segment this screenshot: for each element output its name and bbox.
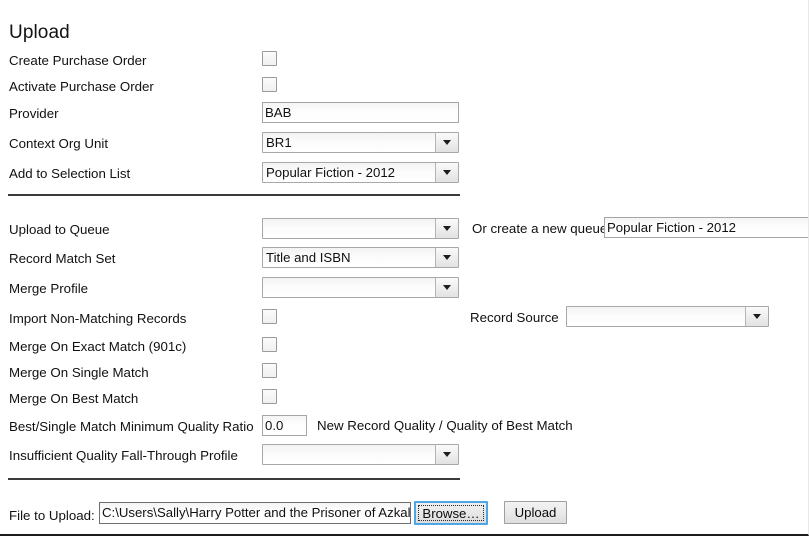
chevron-down-icon (435, 248, 458, 267)
merge-profile-select[interactable] (262, 277, 459, 298)
activate-purchase-order-label: Activate Purchase Order (9, 79, 154, 94)
upload-to-queue-value (263, 219, 435, 238)
create-purchase-order-checkbox[interactable] (262, 51, 277, 66)
chevron-down-icon (435, 219, 458, 238)
fall-through-profile-select[interactable] (262, 444, 459, 465)
fall-through-profile-value (263, 445, 435, 464)
merge-on-single-match-checkbox[interactable] (262, 363, 277, 378)
upload-form-page: Upload Create Purchase Order Activate Pu… (0, 0, 809, 536)
chevron-down-icon (435, 133, 458, 152)
or-create-new-queue-label: Or create a new queue (472, 221, 608, 236)
chevron-down-icon (435, 163, 458, 182)
quality-ratio-input[interactable]: 0.0 (262, 415, 307, 436)
merge-on-exact-match-label: Merge On Exact Match (901c) (9, 339, 187, 354)
browse-button[interactable]: Browse… (414, 501, 488, 525)
upload-to-queue-label: Upload to Queue (9, 222, 110, 237)
page-title: Upload (9, 21, 70, 43)
import-non-matching-records-checkbox[interactable] (262, 309, 277, 324)
merge-on-single-match-label: Merge On Single Match (9, 365, 149, 380)
browse-button-focus-ring: Browse… (418, 505, 484, 521)
upload-button-label: Upload (514, 505, 557, 520)
activate-purchase-order-checkbox[interactable] (262, 77, 277, 92)
fall-through-profile-label: Insufficient Quality Fall-Through Profil… (9, 448, 238, 463)
merge-on-best-match-checkbox[interactable] (262, 389, 277, 404)
upload-button[interactable]: Upload (504, 501, 567, 524)
context-org-unit-select[interactable]: BR1 (262, 132, 459, 153)
chevron-down-icon (435, 278, 458, 297)
context-org-unit-value: BR1 (266, 135, 292, 150)
upload-to-queue-select[interactable] (262, 218, 459, 239)
new-queue-name-input[interactable]: Popular Fiction - 2012 (604, 217, 808, 238)
section-divider-top (8, 194, 460, 196)
provider-input[interactable]: BAB (262, 102, 459, 123)
record-match-set-value: Title and ISBN (266, 250, 351, 265)
chevron-down-icon (745, 307, 768, 326)
provider-label: Provider (9, 106, 59, 121)
merge-on-best-match-label: Merge On Best Match (9, 391, 139, 406)
context-org-unit-label: Context Org Unit (9, 136, 109, 151)
browse-button-label: Browse… (422, 505, 480, 521)
import-non-matching-records-label: Import Non-Matching Records (9, 311, 187, 326)
section-divider-bottom (8, 478, 460, 480)
merge-profile-label: Merge Profile (9, 281, 89, 296)
quality-ratio-label: Best/Single Match Minimum Quality Ratio (9, 419, 254, 434)
record-source-value (567, 307, 745, 326)
record-source-select[interactable] (566, 306, 769, 327)
record-source-label: Record Source (470, 310, 559, 325)
file-to-upload-label: File to Upload: (9, 508, 95, 523)
merge-profile-value (263, 278, 435, 297)
add-to-selection-list-value: Popular Fiction - 2012 (266, 165, 396, 180)
chevron-down-icon (435, 445, 458, 464)
merge-on-exact-match-checkbox[interactable] (262, 337, 277, 352)
record-match-set-label: Record Match Set (9, 251, 116, 266)
record-match-set-select[interactable]: Title and ISBN (262, 247, 459, 268)
add-to-selection-list-select[interactable]: Popular Fiction - 2012 (262, 162, 459, 183)
add-to-selection-list-label: Add to Selection List (9, 166, 131, 181)
file-path-input[interactable]: C:\Users\Sally\Harry Potter and the Pris… (99, 502, 411, 524)
quality-ratio-hint: New Record Quality / Quality of Best Mat… (317, 418, 573, 433)
create-purchase-order-label: Create Purchase Order (9, 53, 147, 68)
